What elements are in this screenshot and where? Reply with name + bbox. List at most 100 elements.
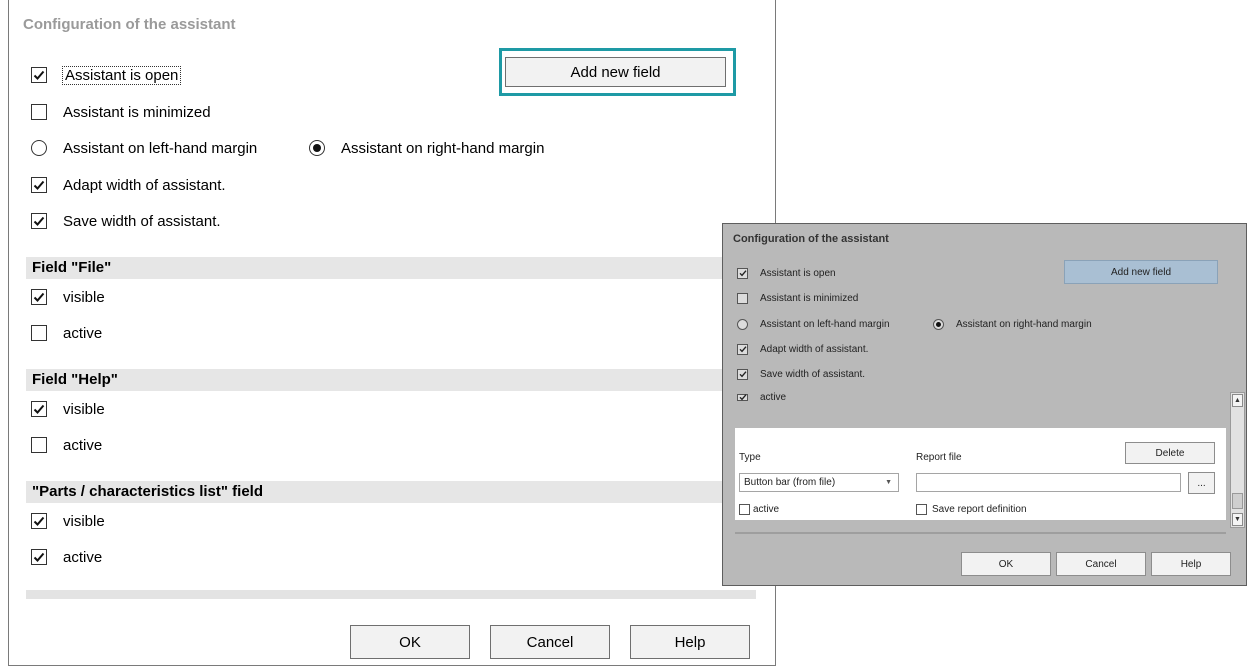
section-parts-header: "Parts / characteristics list" field [26, 481, 756, 503]
right-margin-option[interactable]: Assistant on right-hand margin [309, 137, 544, 159]
file-visible-label: visible [63, 288, 105, 306]
parts-visible-option[interactable]: visible [31, 510, 105, 532]
inset-assistant-open-option[interactable]: Assistant is open [737, 266, 836, 280]
scroll-thumb[interactable] [1232, 493, 1243, 509]
file-visible-checkbox[interactable] [31, 289, 47, 305]
scroll-down-icon[interactable]: ▼ [1232, 513, 1243, 526]
inset-ok-button[interactable]: OK [961, 552, 1051, 576]
panel-active-checkbox[interactable] [739, 503, 750, 515]
inset-screenshot: Configuration of the assistant Assistant… [722, 223, 1247, 586]
left-margin-option[interactable]: Assistant on left-hand margin [31, 137, 257, 159]
dialog-title: Configuration of the assistant [23, 16, 236, 33]
assistant-minimized-option[interactable]: Assistant is minimized [31, 101, 211, 123]
radio-dot-icon [936, 321, 941, 327]
inset-add-new-field-button[interactable]: Add new field [1064, 260, 1218, 284]
inset-adapt-width-label: Adapt width of assistant. [760, 343, 869, 355]
cancel-button[interactable]: Cancel [490, 625, 610, 659]
inset-left-margin-option[interactable]: Assistant on left-hand margin [737, 317, 890, 331]
inset-assistant-minimized-checkbox[interactable] [737, 292, 748, 304]
inset-adapt-width-option[interactable]: Adapt width of assistant. [737, 342, 868, 356]
horizontal-divider [26, 590, 756, 599]
inset-save-width-option[interactable]: Save width of assistant. [737, 367, 865, 381]
inset-assistant-minimized-option[interactable]: Assistant is minimized [737, 291, 858, 305]
file-active-checkbox[interactable] [31, 325, 47, 341]
assistant-config-dialog: Configuration of the assistant Assistant… [8, 0, 776, 666]
assistant-open-label: Assistant is open [61, 65, 182, 85]
checkmark-icon [739, 371, 747, 378]
inset-active-label: active [760, 391, 787, 403]
scroll-up-icon[interactable]: ▲ [1232, 394, 1243, 407]
adapt-width-label: Adapt width of assistant. [63, 176, 226, 194]
inset-save-width-label: Save width of assistant. [760, 368, 866, 380]
checkmark-icon [739, 346, 747, 353]
right-margin-label: Assistant on right-hand margin [341, 139, 545, 157]
report-file-input[interactable] [916, 473, 1181, 492]
report-file-label: Report file [916, 452, 962, 463]
inset-help-button[interactable]: Help [1151, 552, 1231, 576]
inset-scrollbar[interactable]: ▲ ▼ [1230, 392, 1245, 528]
ok-button[interactable]: OK [350, 625, 470, 659]
inset-cancel-button[interactable]: Cancel [1056, 552, 1146, 576]
radio-dot-icon [313, 144, 321, 152]
save-report-option[interactable]: Save report definition [916, 502, 1027, 516]
right-margin-radio[interactable] [309, 140, 325, 156]
checkmark-icon [33, 552, 45, 562]
adapt-width-option[interactable]: Adapt width of assistant. [31, 174, 226, 196]
inset-assistant-open-label: Assistant is open [760, 267, 836, 279]
adapt-width-checkbox[interactable] [31, 177, 47, 193]
add-new-field-button[interactable]: Add new field [505, 57, 726, 87]
panel-active-label: active [753, 503, 780, 515]
parts-active-option[interactable]: active [31, 546, 102, 568]
help-active-option[interactable]: active [31, 434, 102, 456]
checkmark-icon [33, 292, 45, 302]
checkmark-icon [739, 394, 747, 401]
save-width-checkbox[interactable] [31, 213, 47, 229]
type-select-value: Button bar (from file) [744, 477, 836, 488]
file-active-option[interactable]: active [31, 322, 102, 344]
inset-left-margin-label: Assistant on left-hand margin [760, 318, 890, 330]
inset-divider [735, 532, 1226, 534]
section-help-header: Field "Help" [26, 369, 756, 391]
caret-down-icon: ▼ [885, 479, 892, 486]
save-width-option[interactable]: Save width of assistant. [31, 210, 221, 232]
section-file-header: Field "File" [26, 257, 756, 279]
help-button[interactable]: Help [630, 625, 750, 659]
checkmark-icon [33, 70, 45, 80]
inset-right-margin-option[interactable]: Assistant on right-hand margin [933, 317, 1092, 331]
inset-active-checkbox[interactable] [737, 393, 748, 401]
file-visible-option[interactable]: visible [31, 286, 105, 308]
inset-save-width-checkbox[interactable] [737, 368, 748, 380]
inset-adapt-width-checkbox[interactable] [737, 343, 748, 355]
panel-active-option[interactable]: active [739, 502, 779, 516]
assistant-open-checkbox[interactable] [31, 67, 47, 83]
add-field-highlight: Add new field [499, 48, 736, 96]
checkmark-icon [33, 180, 45, 190]
parts-visible-checkbox[interactable] [31, 513, 47, 529]
assistant-open-option[interactable]: Assistant is open [31, 64, 182, 86]
type-select[interactable]: Button bar (from file) ▼ [739, 473, 899, 492]
assistant-minimized-checkbox[interactable] [31, 104, 47, 120]
help-active-label: active [63, 436, 103, 454]
inset-left-margin-radio[interactable] [737, 318, 748, 330]
left-margin-radio[interactable] [31, 140, 47, 156]
inset-right-margin-radio[interactable] [933, 318, 944, 330]
inset-active-option[interactable]: active [737, 390, 786, 404]
assistant-minimized-label: Assistant is minimized [63, 103, 211, 121]
inset-right-margin-label: Assistant on right-hand margin [956, 318, 1092, 330]
inset-assistant-minimized-label: Assistant is minimized [760, 292, 859, 304]
parts-active-label: active [63, 548, 103, 566]
browse-button[interactable]: ... [1188, 472, 1215, 494]
inset-field-panel: Type Report file Delete Button bar (from… [735, 428, 1226, 520]
help-visible-checkbox[interactable] [31, 401, 47, 417]
help-active-checkbox[interactable] [31, 437, 47, 453]
help-visible-label: visible [63, 400, 105, 418]
help-visible-option[interactable]: visible [31, 398, 105, 420]
left-margin-label: Assistant on left-hand margin [63, 139, 258, 157]
inset-assistant-open-checkbox[interactable] [737, 267, 748, 279]
inset-title: Configuration of the assistant [733, 233, 889, 245]
save-report-checkbox[interactable] [916, 503, 927, 515]
parts-active-checkbox[interactable] [31, 549, 47, 565]
file-active-label: active [63, 324, 103, 342]
delete-button[interactable]: Delete [1125, 442, 1215, 464]
type-label: Type [739, 452, 761, 463]
